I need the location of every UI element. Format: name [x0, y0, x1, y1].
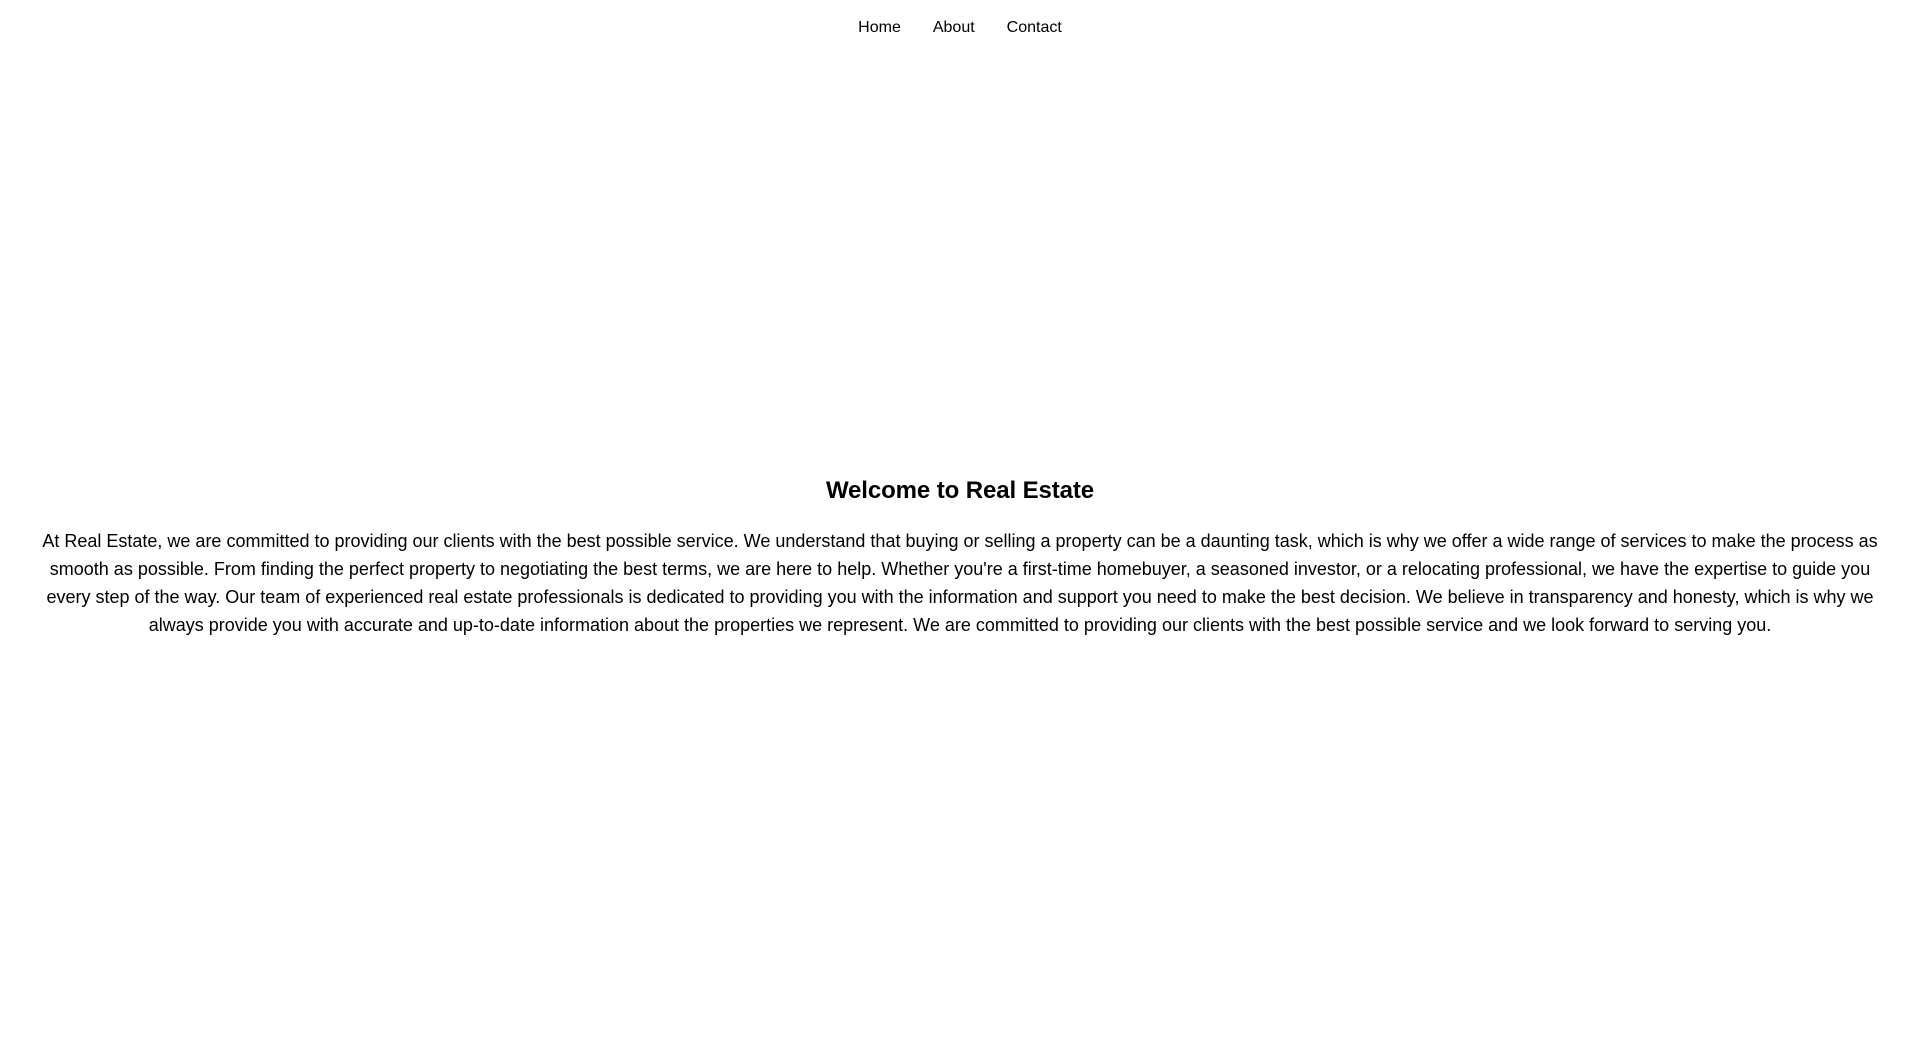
page-title: Welcome to Real Estate	[825, 477, 1095, 504]
nav-link-about[interactable]: About	[933, 17, 975, 39]
nav-link-contact[interactable]: Contact	[1007, 17, 1062, 39]
page: Home About Contact Welcome to Real Estat…	[0, 0, 1920, 1051]
nav-link-home[interactable]: Home	[858, 17, 901, 39]
welcome-section: Welcome to Real Estate At Real Estate, w…	[36, 475, 1884, 639]
top-navigation: Home About Contact	[0, 17, 1920, 39]
intro-paragraph: At Real Estate, we are committed to prov…	[42, 531, 1878, 635]
